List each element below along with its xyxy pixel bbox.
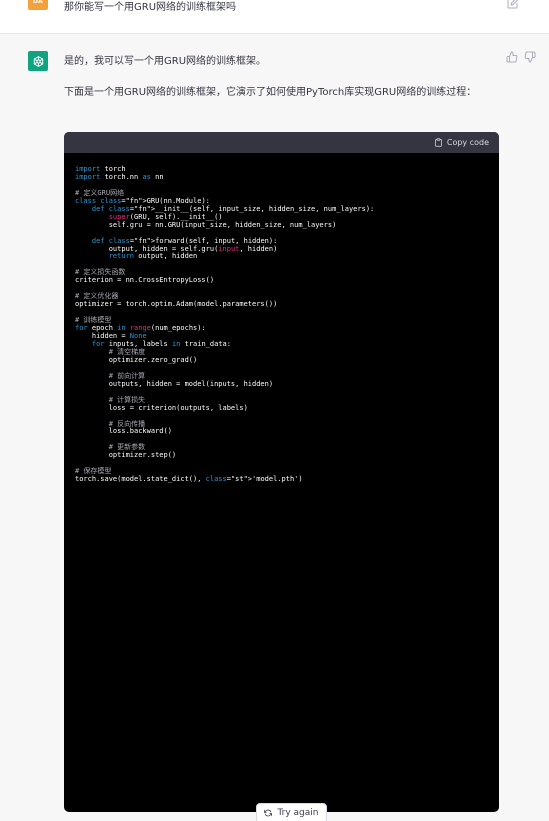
assistant-reply-intro: 是的，我可以写一个用GRU网络的训练框架。 xyxy=(64,56,267,67)
code-block: Copy code import torch import torch.nn a… xyxy=(64,132,499,812)
try-again-label: Try again xyxy=(277,808,319,818)
thumbs-down-icon[interactable] xyxy=(524,51,536,63)
assistant-avatar xyxy=(28,51,48,71)
code-content: import torch import torch.nn as nn # 定义G… xyxy=(75,165,375,484)
openai-logo-icon xyxy=(33,55,43,67)
edit-icon[interactable] xyxy=(507,0,519,9)
thumbs-up-icon[interactable] xyxy=(506,51,518,63)
code-block-header: Copy code xyxy=(64,132,499,153)
refresh-icon xyxy=(264,809,273,817)
clipboard-icon xyxy=(434,138,442,147)
user-avatar-initials: DA xyxy=(32,0,44,5)
user-avatar: DA xyxy=(28,0,48,10)
user-message-row: DA 那你能写一个用GRU网络的训练框架吗 xyxy=(0,0,549,34)
copy-code-label: Copy code xyxy=(446,138,489,147)
try-again-button[interactable]: Try again xyxy=(256,803,327,821)
assistant-message-row: 是的，我可以写一个用GRU网络的训练框架。 下面是一个用GRU网络的训练框架，它… xyxy=(0,35,549,821)
assistant-reply-body: 下面是一个用GRU网络的训练框架，它演示了如何使用PyTorch库实现GRU网络… xyxy=(64,87,477,98)
copy-code-button[interactable]: Copy code xyxy=(434,138,489,147)
user-message-text: 那你能写一个用GRU网络的训练框架吗 xyxy=(64,2,237,13)
